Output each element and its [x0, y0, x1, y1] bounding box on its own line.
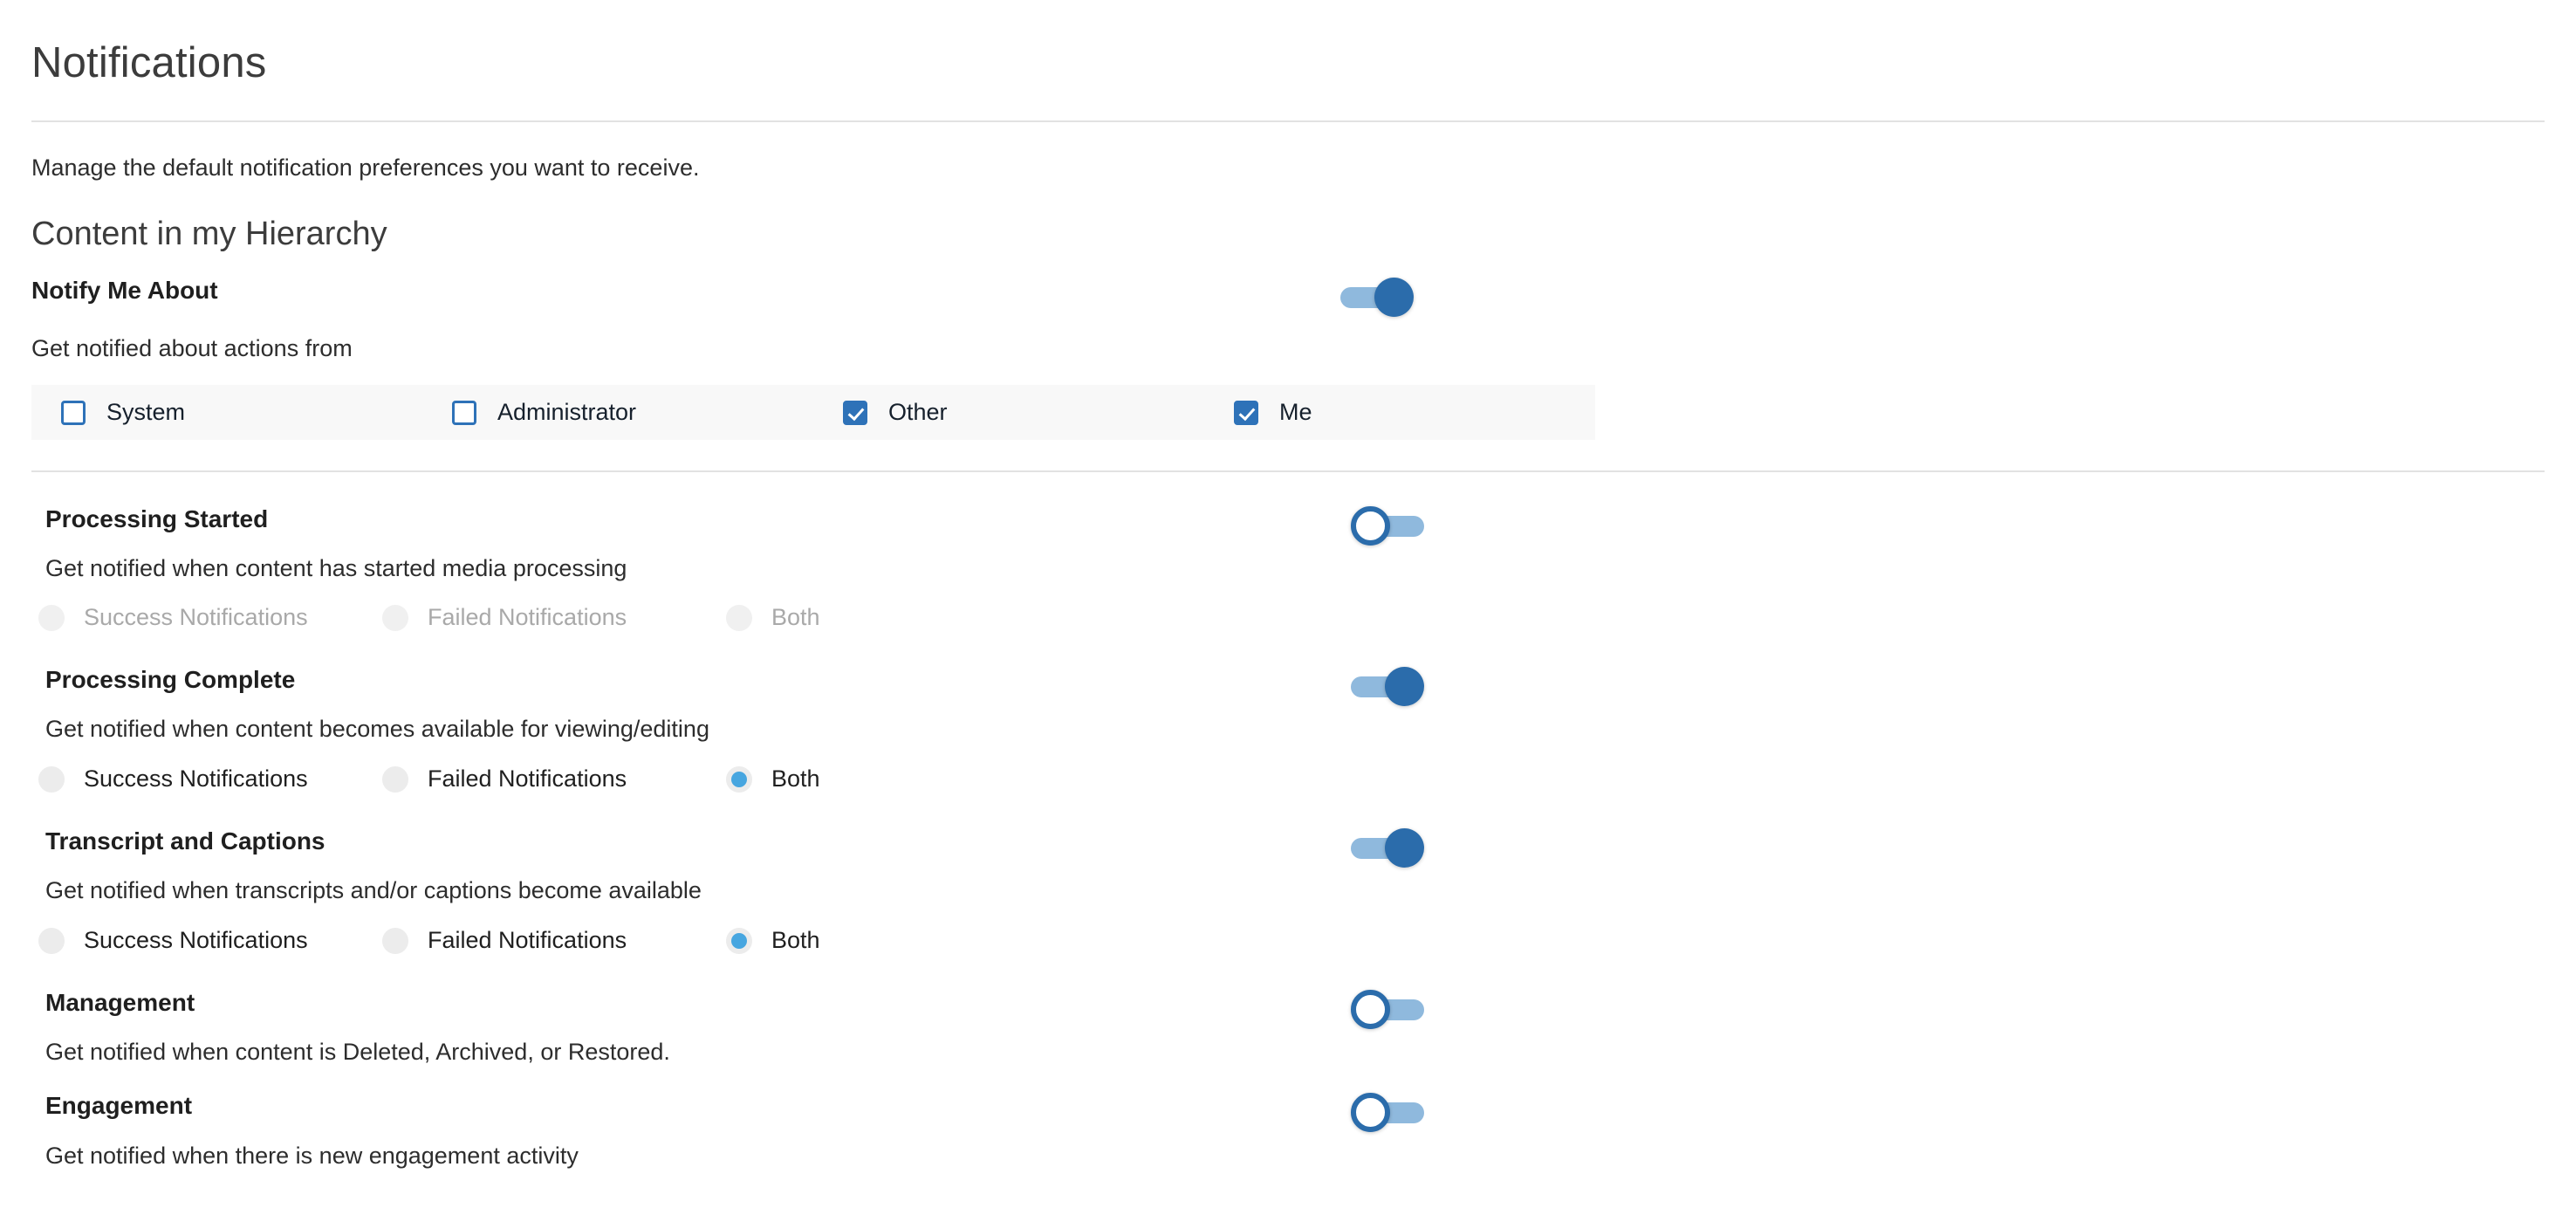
checkbox-checked-icon[interactable] [1234, 400, 1258, 425]
preference-description: Get notified when content is Deleted, Ar… [45, 1039, 670, 1065]
page-title: Notifications [31, 39, 267, 86]
toggle-thumb [1351, 990, 1390, 1029]
notify-me-about-toggle[interactable] [1333, 276, 1414, 318]
radio-icon[interactable] [382, 765, 408, 793]
preference-title: Engagement [45, 1092, 193, 1119]
notification-sources-row: System Administrator Other Me [31, 385, 1595, 440]
toggle-thumb [1374, 278, 1414, 317]
source-checkbox-other[interactable]: Other [843, 385, 1234, 440]
section-divider [31, 470, 2545, 472]
source-label: Other [888, 399, 948, 425]
preference-description: Get notified when there is new engagemen… [45, 1143, 579, 1169]
radio-icon[interactable] [726, 604, 752, 631]
radio-icon[interactable] [38, 765, 65, 793]
radio-selected-icon[interactable] [726, 927, 752, 954]
checkbox-checked-icon[interactable] [843, 400, 867, 425]
radio-option-both[interactable]: Both [726, 927, 988, 954]
toggle-thumb [1385, 667, 1424, 706]
radio-option-failed-notifications[interactable]: Failed Notifications [382, 765, 726, 793]
notify-me-about-description: Get notified about actions from [31, 335, 353, 361]
radio-icon[interactable] [38, 604, 65, 631]
radio-option-success-notifications[interactable]: Success Notifications [38, 604, 382, 631]
source-checkbox-system[interactable]: System [61, 385, 452, 440]
preference-description: Get notified when transcripts and/or cap… [45, 877, 702, 903]
radio-selected-icon[interactable] [726, 765, 752, 793]
preference-toggle-processing-complete[interactable] [1344, 665, 1424, 707]
source-label: Administrator [497, 399, 637, 425]
radio-label: Both [771, 765, 820, 792]
radio-option-success-notifications[interactable]: Success Notifications [38, 765, 382, 793]
toggle-thumb [1351, 506, 1390, 546]
source-label: System [106, 399, 186, 425]
radio-option-failed-notifications[interactable]: Failed Notifications [382, 927, 726, 954]
radio-label: Failed Notifications [428, 765, 627, 792]
radio-label: Success Notifications [84, 604, 308, 630]
radio-label: Both [771, 927, 820, 953]
notifications-settings-page: Notifications Manage the default notific… [0, 0, 2576, 1208]
preference-toggle-transcript-and-captions[interactable] [1344, 827, 1424, 868]
preference-radio-group: Success Notifications Failed Notificatio… [38, 927, 988, 954]
page-subtitle: Manage the default notification preferen… [31, 154, 700, 181]
preference-title: Transcript and Captions [45, 827, 325, 855]
radio-option-success-notifications[interactable]: Success Notifications [38, 927, 382, 954]
preference-title: Processing Started [45, 505, 269, 532]
preference-radio-group: Success Notifications Failed Notificatio… [38, 604, 988, 631]
checkbox-icon[interactable] [61, 400, 86, 425]
checkbox-icon[interactable] [452, 400, 476, 425]
preference-title: Management [45, 989, 195, 1016]
preference-title: Processing Complete [45, 666, 296, 693]
radio-option-failed-notifications[interactable]: Failed Notifications [382, 604, 726, 631]
preference-description: Get notified when content becomes availa… [45, 716, 709, 742]
source-checkbox-me[interactable]: Me [1234, 385, 1583, 440]
toggle-thumb [1351, 1093, 1390, 1132]
preference-radio-group: Success Notifications Failed Notificatio… [38, 765, 988, 793]
radio-icon[interactable] [382, 604, 408, 631]
preference-toggle-engagement[interactable] [1351, 1091, 1431, 1133]
preference-toggle-management[interactable] [1351, 988, 1431, 1030]
title-divider [31, 120, 2545, 122]
source-label: Me [1279, 399, 1312, 425]
preference-toggle-processing-started[interactable] [1351, 504, 1431, 546]
radio-label: Failed Notifications [428, 604, 627, 630]
notify-me-about-title: Notify Me About [31, 277, 218, 304]
radio-label: Success Notifications [84, 765, 308, 792]
radio-icon[interactable] [382, 927, 408, 954]
radio-option-both[interactable]: Both [726, 765, 988, 793]
preference-description: Get notified when content has started me… [45, 555, 627, 581]
radio-label: Success Notifications [84, 927, 308, 953]
source-checkbox-administrator[interactable]: Administrator [452, 385, 843, 440]
toggle-thumb [1385, 828, 1424, 868]
section-heading-content-in-my-hierarchy: Content in my Hierarchy [31, 216, 387, 252]
radio-icon[interactable] [38, 927, 65, 954]
radio-option-both[interactable]: Both [726, 604, 988, 631]
radio-label: Failed Notifications [428, 927, 627, 953]
radio-label: Both [771, 604, 820, 630]
